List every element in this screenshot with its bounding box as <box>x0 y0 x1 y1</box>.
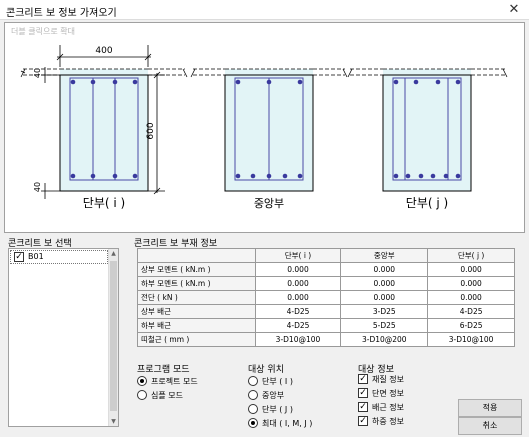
column-header: 단부( i ) <box>254 248 342 263</box>
section-j: 단부( j ) <box>347 68 508 210</box>
section-label-i: 단부( i ) <box>83 196 125 210</box>
table-cell: 4-D25 <box>254 304 342 319</box>
table-cell: 0.000 <box>254 276 342 291</box>
column-header <box>137 248 256 263</box>
table-row: 상부 배근 4-D25 3-D25 4-D25 <box>137 304 515 319</box>
section-m: 중앙부 <box>190 68 348 210</box>
scroll-down-icon[interactable]: ▼ <box>109 418 118 425</box>
position-i-label[interactable]: 단부 ( I ) <box>262 376 293 387</box>
row-label: 전단 ( kN ) <box>137 290 256 305</box>
list-scrollbar[interactable]: ▲ ▼ <box>108 249 118 426</box>
title-bar: 콘크리트 보 정보 가져오기 ✕ <box>0 0 529 20</box>
column-header: 단부( j ) <box>427 248 515 263</box>
table-cell: 4-D25 <box>254 318 342 333</box>
scroll-up-icon[interactable]: ▲ <box>109 250 118 257</box>
table-cell: 0.000 <box>340 262 429 277</box>
material-info-label[interactable]: 재질 정보 <box>372 374 404 385</box>
rebar-info-checkbox[interactable]: ✓ <box>358 402 368 412</box>
table-row: 하부 배근 4-D25 5-D25 6-D25 <box>137 318 515 333</box>
apply-button[interactable]: 적용 <box>458 399 522 417</box>
target-position-title: 대상 위치 <box>248 365 284 375</box>
project-mode-label[interactable]: 프로젝트 모드 <box>151 376 198 387</box>
table-row: 상부 모멘트 ( kN.m ) 0.000 0.000 0.000 <box>137 262 515 277</box>
beam-label: B01 <box>28 252 44 261</box>
scroll-thumb[interactable] <box>110 261 117 411</box>
table-cell: 0.000 <box>427 262 515 277</box>
dim-width: 400 <box>95 46 112 56</box>
table-cell: 3-D25 <box>340 304 429 319</box>
position-max-radio[interactable] <box>248 418 258 428</box>
table-cell: 6-D25 <box>427 318 515 333</box>
section-drawing: 400 40 40 600 단부( i ) 중앙부 단부(j) <box>20 45 508 210</box>
table-cell: 0.000 <box>254 262 342 277</box>
material-info-checkbox[interactable]: ✓ <box>358 374 368 384</box>
program-mode-title: 프로그램 모드 <box>137 365 190 375</box>
table-cell: 0.000 <box>427 290 515 305</box>
row-label: 하부 모멘트 ( kN.m ) <box>137 276 256 291</box>
table-cell: 0.000 <box>254 290 342 305</box>
table-cell: 3-D10@100 <box>254 332 342 347</box>
section-info-checkbox[interactable]: ✓ <box>358 388 368 398</box>
table-cell: 5-D25 <box>340 318 429 333</box>
section-info-label[interactable]: 단면 정보 <box>372 388 404 399</box>
rebar-info-label[interactable]: 배근 정보 <box>372 402 404 413</box>
cancel-button[interactable]: 취소 <box>458 417 522 435</box>
dim-bottom-cover: 40 <box>33 182 42 192</box>
simple-mode-radio[interactable] <box>137 390 147 400</box>
row-label: 상부 모멘트 ( kN.m ) <box>137 262 256 277</box>
table-cell: 3-D10@100 <box>427 332 515 347</box>
position-max-label[interactable]: 최대 ( I, M, J ) <box>262 418 312 429</box>
position-j-radio[interactable] <box>248 404 258 414</box>
table-row: 하부 모멘트 ( kN.m ) 0.000 0.000 0.000 <box>137 276 515 291</box>
project-mode-radio[interactable] <box>137 376 147 386</box>
column-header: 중앙부 <box>340 248 429 263</box>
position-j-label[interactable]: 단부 ( J ) <box>262 404 293 415</box>
table-cell: 4-D25 <box>427 304 515 319</box>
close-icon[interactable]: ✕ <box>499 0 529 20</box>
table-cell: 0.000 <box>340 276 429 291</box>
position-m-radio[interactable] <box>248 390 258 400</box>
load-info-checkbox[interactable]: ✓ <box>358 416 368 426</box>
section-label-m: 중앙부 <box>254 197 284 210</box>
position-m-label[interactable]: 중앙부 <box>262 390 284 401</box>
section-drawing-panel[interactable]: 더블 클릭으로 확대 400 40 40 600 단부(i) 중앙부 단부(… <box>4 22 525 233</box>
list-item[interactable]: ✓ B01 <box>10 250 108 264</box>
position-i-radio[interactable] <box>248 376 258 386</box>
dim-height: 600 <box>146 122 156 139</box>
window-title: 콘크리트 보 정보 가져오기 <box>6 8 117 19</box>
load-info-label[interactable]: 하중 정보 <box>372 416 404 427</box>
section-label-j: 단부( j ) <box>406 196 448 210</box>
table-row: 전단 ( kN ) 0.000 0.000 0.000 <box>137 290 515 305</box>
simple-mode-label[interactable]: 심플 모드 <box>151 390 183 401</box>
section-i: 400 40 40 600 단부( i ) <box>20 45 188 210</box>
row-label: 띠철근 ( mm ) <box>137 332 256 347</box>
table-cell: 0.000 <box>427 276 515 291</box>
dim-top-cover: 40 <box>33 68 42 78</box>
row-label: 상부 배근 <box>137 304 256 319</box>
beam-list[interactable]: ✓ B01 ▲ ▼ <box>8 248 119 427</box>
table-cell: 3-D10@200 <box>340 332 429 347</box>
table-header-row: 단부( i ) 중앙부 단부( j ) <box>137 248 515 263</box>
table-row: 띠철근 ( mm ) 3-D10@100 3-D10@200 3-D10@100 <box>137 332 515 347</box>
table-cell: 0.000 <box>340 290 429 305</box>
member-info-table: 단부( i ) 중앙부 단부( j ) 상부 모멘트 ( kN.m ) 0.00… <box>137 248 515 347</box>
beam-checkbox[interactable]: ✓ <box>14 252 24 262</box>
row-label: 하부 배근 <box>137 318 256 333</box>
